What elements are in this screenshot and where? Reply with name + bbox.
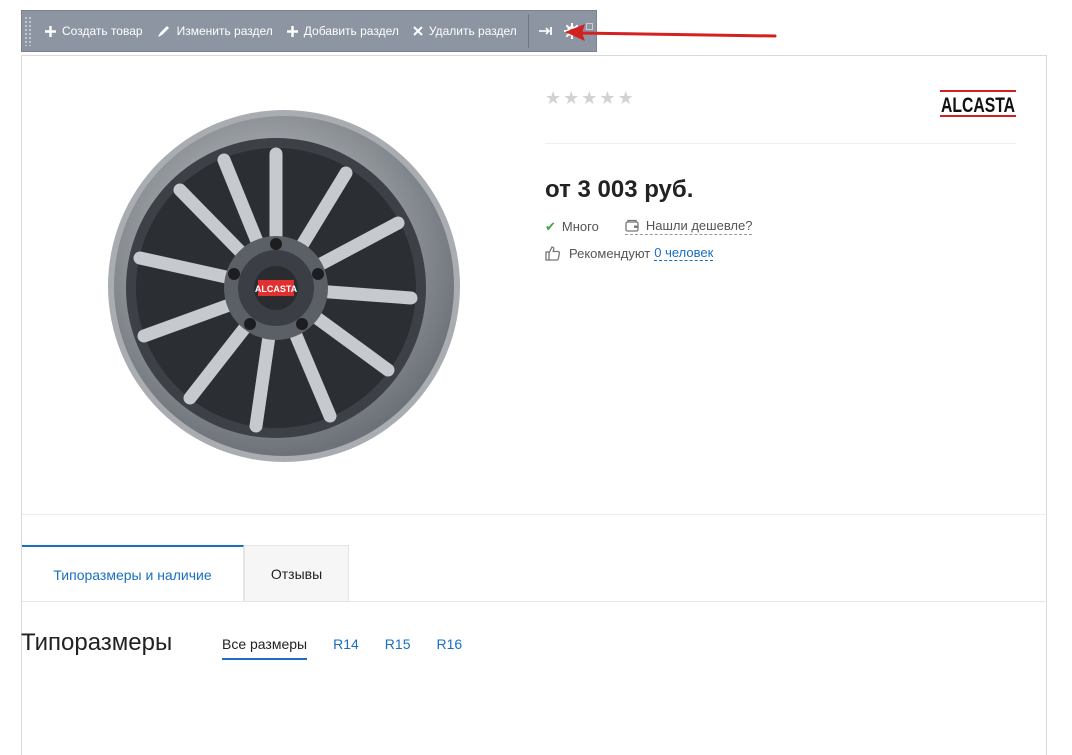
thumbs-up-icon (545, 246, 561, 261)
tab-reviews[interactable]: Отзывы (244, 545, 349, 601)
size-filter-all[interactable]: Все размеры (222, 636, 308, 660)
tabs-baseline (22, 601, 1046, 602)
section-divider (22, 514, 1046, 515)
found-cheaper-link[interactable]: Нашли дешевле? (624, 218, 753, 235)
stock-status: Много (561, 219, 599, 234)
toolbar-drag-handle[interactable] (24, 16, 32, 46)
red-arrow-annotation (565, 24, 777, 41)
brand-logo[interactable]: ALCASTA (940, 85, 1016, 121)
size-filter-r16[interactable]: R16 (436, 636, 462, 660)
found-cheaper-label: Нашли дешевле? (645, 218, 753, 233)
size-filter-tabs: Все размеры R14 R15 R16 (222, 636, 488, 660)
star-icon[interactable]: ★ (599, 89, 615, 107)
add-section-button[interactable]: Добавить раздел (280, 11, 406, 51)
create-product-button[interactable]: Создать товар (38, 11, 150, 51)
brand-logo-text: ALCASTA (941, 94, 1015, 117)
star-icon[interactable]: ★ (581, 89, 597, 107)
product-image[interactable]: ALCASTA (106, 108, 462, 464)
size-filter-r15[interactable]: R15 (385, 636, 411, 660)
delete-section-label: Удалить раздел (428, 24, 517, 38)
hub-logo-text: ALCASTA (255, 284, 298, 294)
plus-icon (45, 25, 56, 37)
product-price: от 3 003 руб. (545, 176, 694, 203)
create-product-label: Создать товар (62, 24, 143, 38)
plus-icon (286, 25, 298, 37)
size-filter-r14[interactable]: R14 (333, 636, 359, 660)
edit-section-label: Изменить раздел (176, 24, 273, 38)
pencil-icon (157, 26, 169, 37)
recommend-row: Рекомендуют 0 человек (545, 245, 714, 261)
divider (545, 143, 1016, 144)
pin-button[interactable] (533, 11, 559, 51)
toolbar-separator (527, 14, 529, 48)
delete-section-button[interactable]: Удалить раздел (406, 11, 524, 51)
tab-sizes-availability[interactable]: Типоразмеры и наличие (22, 545, 244, 602)
edit-section-button[interactable]: Изменить раздел (150, 11, 280, 51)
availability-row: ✔ Много Нашли дешевле? (545, 218, 753, 235)
recommend-label: Рекомендуют (569, 245, 651, 261)
admin-toolbar: Создать товар Изменить раздел Добавить р… (21, 10, 597, 52)
pin-icon (538, 27, 552, 35)
star-icon[interactable]: ★ (618, 89, 634, 107)
recommend-count-link[interactable]: 0 человек (654, 245, 714, 261)
sizes-title: Типоразмеры (21, 629, 173, 656)
rating-stars[interactable]: ★ ★ ★ ★ ★ (545, 89, 634, 107)
close-icon (413, 26, 423, 36)
wallet-icon (625, 219, 639, 232)
add-section-label: Добавить раздел (303, 24, 399, 38)
star-icon[interactable]: ★ (563, 89, 579, 107)
check-icon: ✔ (545, 218, 556, 234)
star-icon[interactable]: ★ (545, 89, 561, 107)
